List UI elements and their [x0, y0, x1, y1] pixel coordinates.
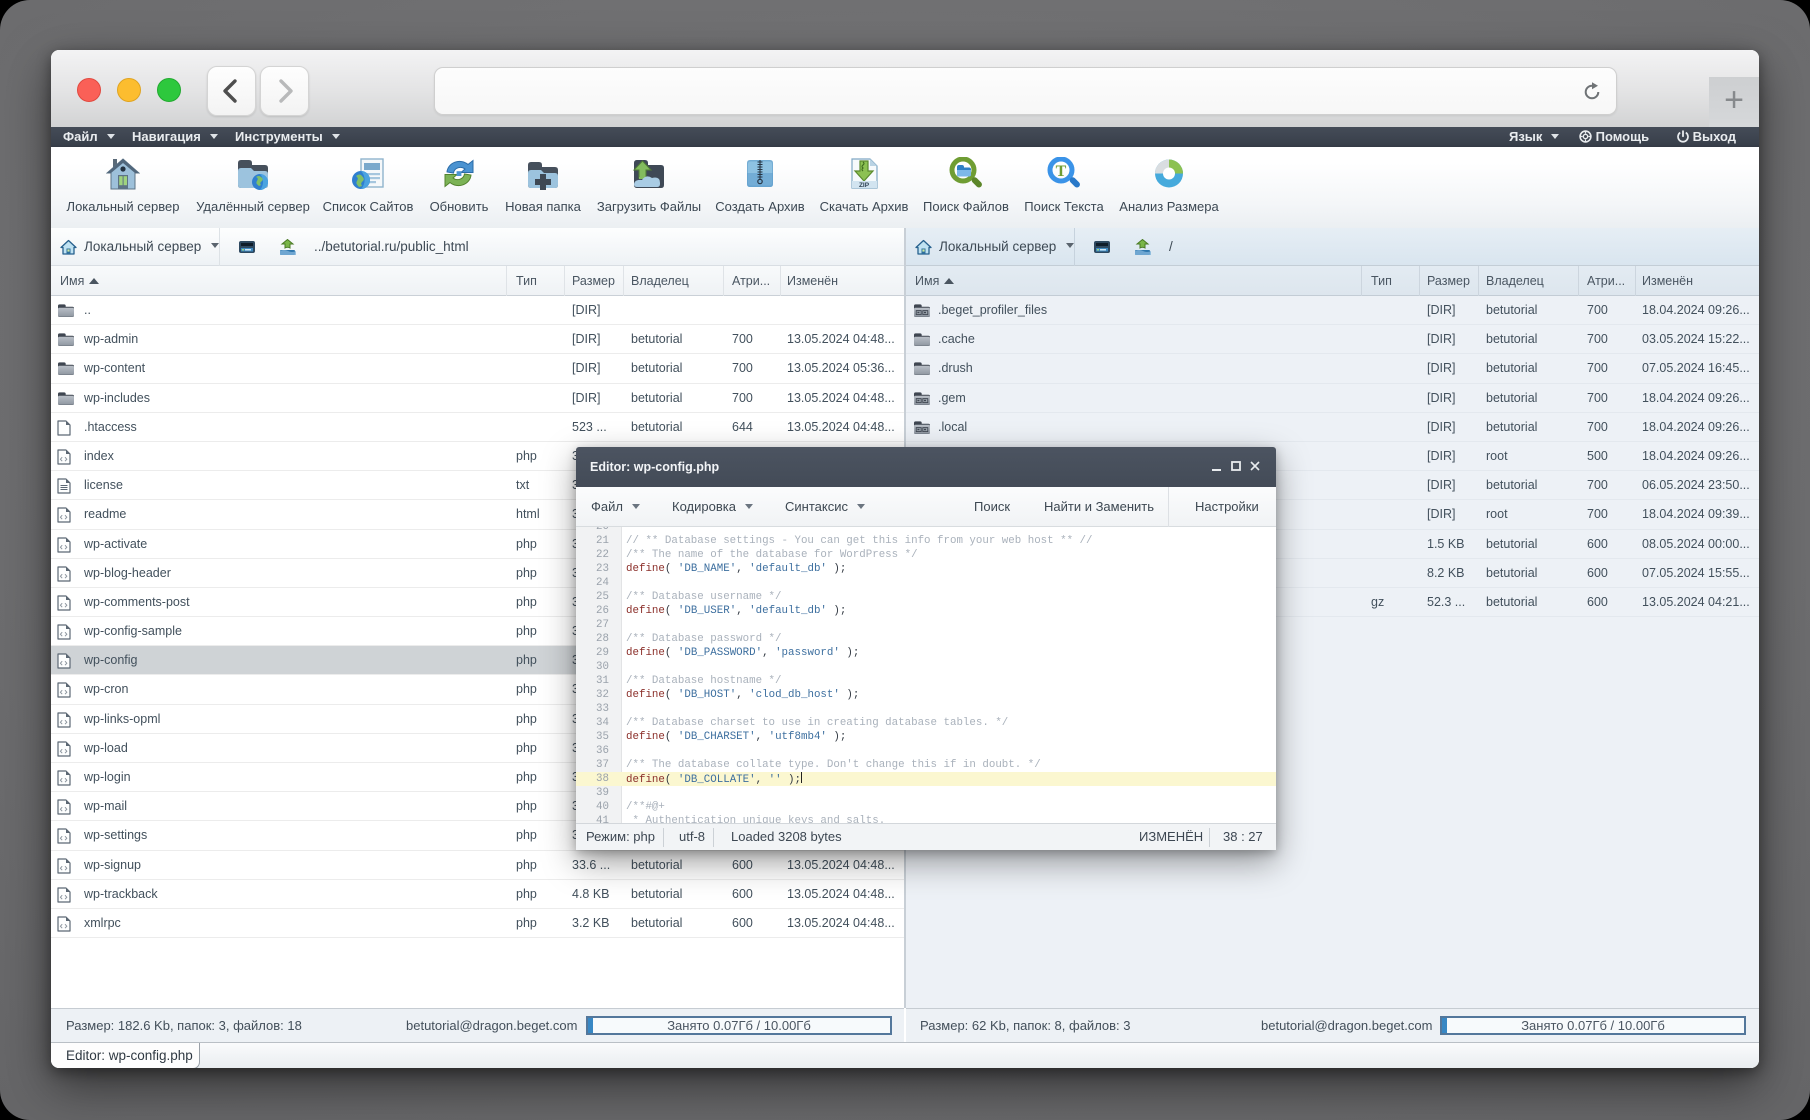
- svg-text:T: T: [1056, 163, 1067, 180]
- svg-text:ZIP: ZIP: [859, 182, 870, 189]
